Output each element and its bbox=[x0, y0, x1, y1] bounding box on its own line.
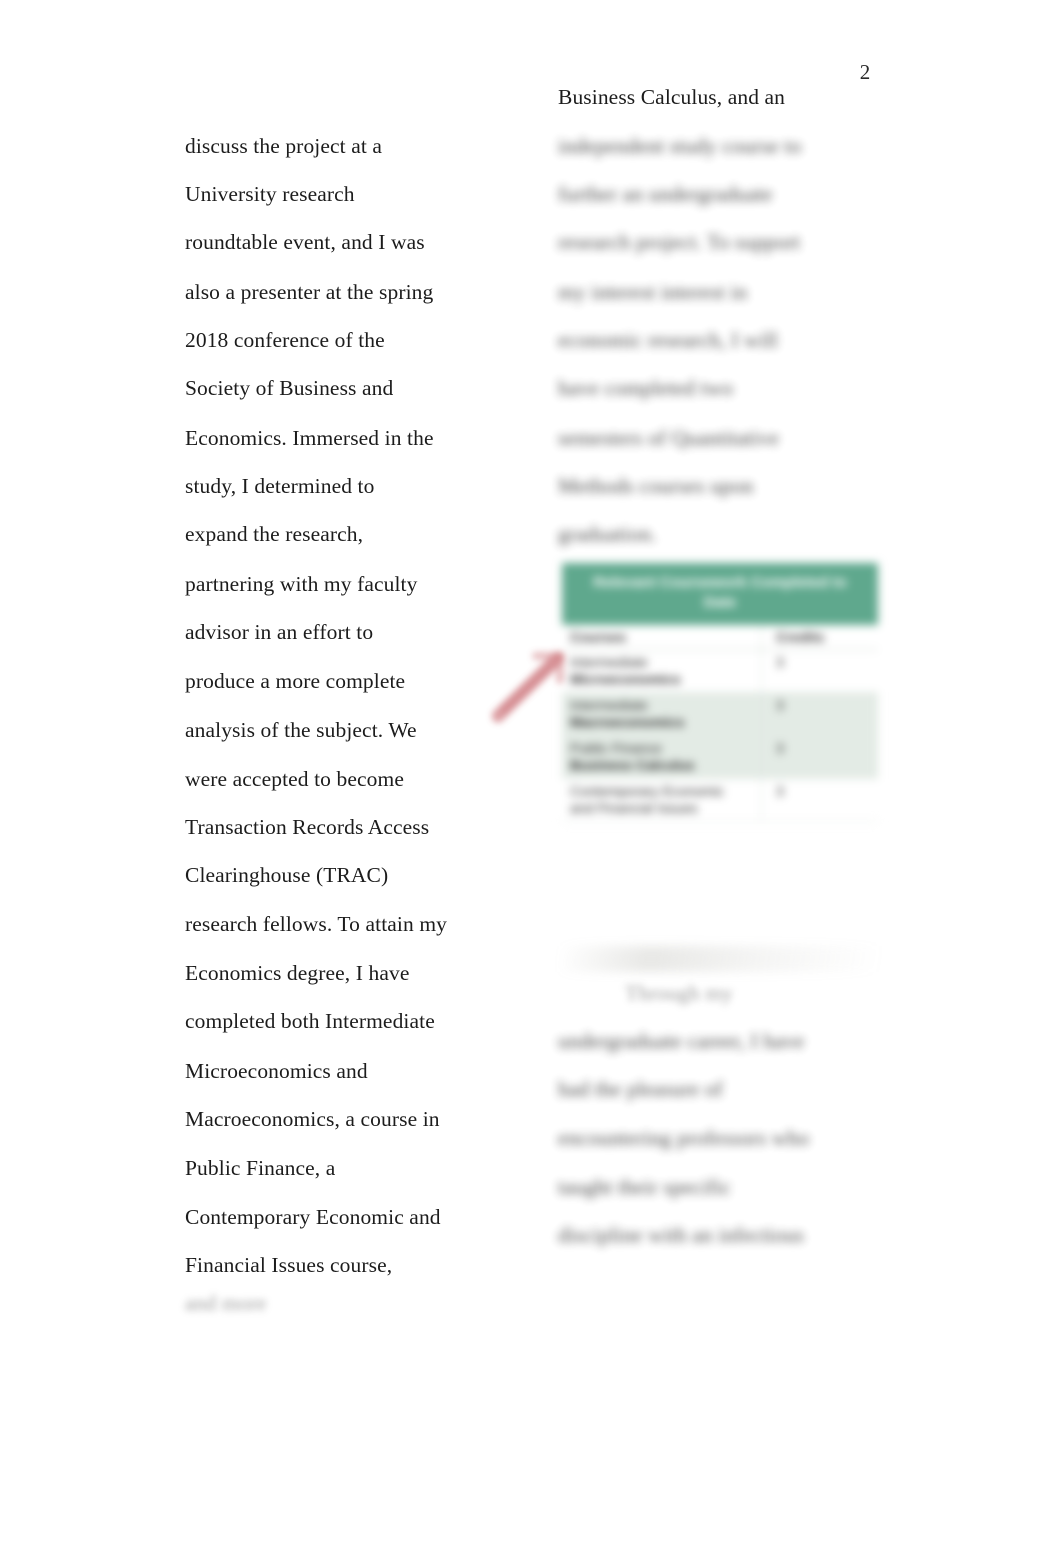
left-column-line: Society of Business and bbox=[185, 376, 394, 400]
course-main-text: Public Finance bbox=[570, 740, 662, 756]
table-cell-course: Contemporary Economic and Financial Issu… bbox=[562, 778, 762, 822]
table-cell-credits: 3 bbox=[761, 692, 878, 736]
left-column-line: Clearinghouse (TRAC) bbox=[185, 863, 389, 887]
right-column-line: economic research, I will bbox=[558, 328, 778, 352]
left-column-line: Financial Issues course, bbox=[185, 1253, 393, 1277]
table-caption: Relevant Coursework Completed to Date bbox=[562, 563, 878, 625]
table-head: Courses Credits bbox=[562, 625, 878, 650]
course-sub-text: Microeconomics bbox=[570, 671, 681, 687]
smudge-artifact bbox=[560, 946, 880, 972]
right-column-line: undergraduate career, I have bbox=[558, 1029, 805, 1053]
table-row: Contemporary Economic and Financial Issu… bbox=[562, 778, 878, 822]
right-column-line: semesters of Quantitative bbox=[558, 426, 780, 450]
left-column-line: analysis of the subject. We bbox=[185, 718, 417, 742]
page-number: 2 bbox=[859, 60, 871, 84]
right-column-line: further an undergraduate bbox=[558, 182, 773, 206]
course-sub-text: and Financial Issues bbox=[570, 800, 698, 816]
left-column-line: completed both Intermediate bbox=[185, 1009, 435, 1033]
left-column-line: Contemporary Economic and bbox=[185, 1205, 441, 1229]
left-column-line: Public Finance, a bbox=[185, 1156, 336, 1180]
left-column-line: research fellows. To attain my bbox=[185, 912, 447, 936]
left-column-line: University research bbox=[185, 182, 355, 206]
coursework-table: Relevant Coursework Completed to Date Co… bbox=[562, 563, 878, 822]
left-column-line: Microeconomics and bbox=[185, 1059, 368, 1083]
right-column-header-line: Business Calculus, and an bbox=[558, 85, 786, 109]
table-header-row: Courses Credits bbox=[562, 625, 878, 650]
table-cell-course: Public Finance Business Calculus bbox=[562, 735, 762, 779]
course-main-text: Contemporary Economic bbox=[570, 783, 725, 799]
left-column-line: Economics degree, I have bbox=[185, 961, 410, 985]
left-column-line: partnering with my faculty bbox=[185, 572, 418, 596]
table-cell-credits: 3 bbox=[761, 778, 878, 822]
table-row: Intermediate Microeconomics 3 bbox=[562, 649, 878, 693]
right-column-line: encountering professors who bbox=[558, 1126, 810, 1150]
table-row: Public Finance Business Calculus 3 bbox=[562, 735, 878, 779]
table-cell-course: Intermediate Microeconomics bbox=[562, 649, 762, 693]
left-column-line: Economics. Immersed in the bbox=[185, 426, 434, 450]
left-column-line: were accepted to become bbox=[185, 767, 404, 791]
right-column-line: Through my bbox=[625, 981, 733, 1005]
left-column-line: Macroeconomics, a course in bbox=[185, 1107, 440, 1131]
course-sub-text: Macroeconomics bbox=[570, 714, 685, 730]
table-body: Intermediate Microeconomics 3 Intermedia… bbox=[562, 649, 878, 822]
right-column-line: graduation. bbox=[558, 522, 657, 546]
left-column-line: discuss the project at a bbox=[185, 134, 383, 158]
right-column-line: have completed two bbox=[558, 376, 733, 400]
table-row: Intermediate Macroeconomics 3 bbox=[562, 692, 878, 736]
coursework-table-container: Relevant Coursework Completed to Date Co… bbox=[562, 563, 878, 822]
left-column-obscured-line: and more bbox=[185, 1291, 267, 1315]
course-main-text: Intermediate bbox=[570, 654, 648, 670]
right-column-line: discipline with an infectious bbox=[558, 1223, 804, 1247]
right-column-line: independent study course to bbox=[558, 134, 802, 158]
right-column-line: had the pleasure of bbox=[558, 1077, 723, 1101]
document-page: 2 Business Calculus, and an discuss the … bbox=[0, 0, 1062, 1556]
course-main-text: Intermediate bbox=[570, 697, 648, 713]
left-column-line: advisor in an effort to bbox=[185, 620, 374, 644]
pen-annotation-icon bbox=[491, 648, 570, 724]
table-cell-credits: 3 bbox=[761, 649, 878, 693]
right-column-line: taught their specific bbox=[558, 1175, 731, 1199]
left-column-line: expand the research, bbox=[185, 522, 364, 546]
left-column-line: produce a more complete bbox=[185, 669, 406, 693]
table-column-header-courses: Courses bbox=[562, 625, 762, 650]
table-column-header-credits: Credits bbox=[761, 625, 878, 650]
left-column-line: also a presenter at the spring bbox=[185, 280, 434, 304]
table-cell-credits: 3 bbox=[761, 735, 878, 779]
left-column-line: study, I determined to bbox=[185, 474, 375, 498]
left-column-line: Transaction Records Access bbox=[185, 815, 430, 839]
right-column-line: Methods courses upon bbox=[558, 474, 754, 498]
course-sub-text: Business Calculus bbox=[570, 757, 695, 773]
left-column-line: roundtable event, and I was bbox=[185, 230, 425, 254]
table-cell-course: Intermediate Macroeconomics bbox=[562, 692, 762, 736]
left-column-line: 2018 conference of the bbox=[185, 328, 385, 352]
right-column-line: research project. To support bbox=[558, 230, 801, 254]
right-column-line: my interest interest in bbox=[558, 280, 748, 304]
